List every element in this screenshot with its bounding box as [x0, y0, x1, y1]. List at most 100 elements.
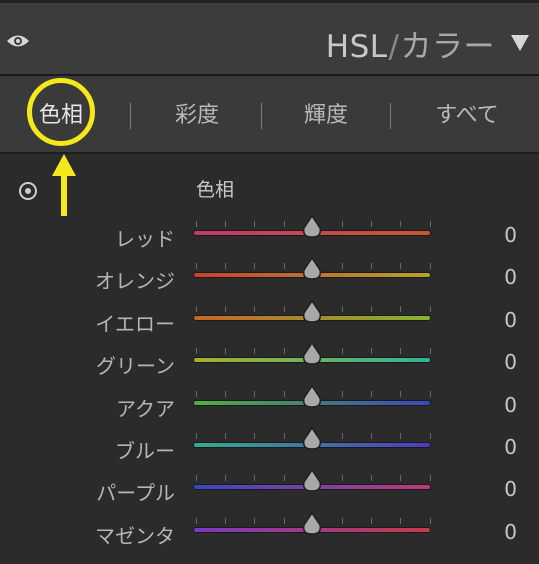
slider-tick — [254, 348, 256, 355]
highlight-circle-annotation — [27, 78, 95, 146]
slider-tick — [429, 221, 431, 227]
slider-control[interactable] — [193, 341, 433, 386]
slider-row: マゼンタ 0 — [0, 511, 539, 558]
tab-all[interactable]: すべて — [425, 76, 509, 152]
slider-value[interactable]: 0 — [497, 520, 517, 544]
slider-value[interactable]: 0 — [497, 435, 517, 459]
slider-value[interactable]: 0 — [497, 477, 517, 501]
slider-tick — [400, 433, 402, 439]
slider-tick — [283, 305, 285, 312]
slider-tick — [196, 475, 197, 482]
slider-tick — [371, 348, 373, 355]
slider-thumb[interactable] — [301, 469, 323, 497]
slider-label: グリーン — [96, 354, 175, 379]
slider-tick — [254, 517, 256, 524]
slider-tick — [429, 433, 431, 439]
slider-tick — [342, 475, 343, 482]
slider-tick — [254, 263, 256, 270]
slider-tick — [196, 433, 197, 439]
panel-title-hsl: HSL — [325, 29, 388, 65]
slider-thumb[interactable] — [301, 341, 323, 370]
slider-thumb[interactable] — [301, 511, 323, 540]
slider-tick — [429, 305, 431, 312]
slider-value[interactable]: 0 — [497, 265, 517, 289]
slider-control[interactable] — [193, 384, 433, 429]
slider-thumb[interactable] — [301, 426, 323, 455]
slider-tick — [254, 475, 256, 482]
slider-value[interactable]: 0 — [497, 393, 517, 417]
slider-tick — [342, 433, 343, 439]
slider-tick — [254, 390, 256, 397]
slider-tick — [400, 390, 402, 397]
slider-control[interactable] — [193, 299, 433, 344]
slider-tick — [429, 348, 431, 355]
slider-tick — [254, 221, 256, 227]
slider-thumb[interactable] — [301, 384, 323, 413]
slider-control[interactable] — [193, 257, 433, 301]
slider-value[interactable]: 0 — [497, 308, 517, 332]
slider-label: ブルー — [115, 439, 175, 463]
slider-tick — [371, 433, 373, 439]
slider-tick — [196, 390, 197, 397]
slider-thumb[interactable] — [301, 257, 323, 285]
targeted-adjustment-icon[interactable] — [17, 180, 39, 206]
panel-title-separator: / — [388, 29, 400, 65]
slider-tick — [371, 390, 373, 397]
up-arrow-annotation-icon — [50, 152, 78, 222]
slider-row: ブルー 0 — [0, 426, 539, 473]
slider-thumb[interactable] — [301, 214, 323, 243]
slider-tick — [342, 517, 343, 524]
slider-row: グリーン 0 — [0, 341, 539, 388]
slider-tick — [196, 305, 197, 312]
slider-tick — [429, 263, 431, 270]
slider-tick — [342, 348, 343, 355]
slider-tick — [254, 433, 256, 439]
slider-tick — [400, 475, 402, 482]
slider-thumb[interactable] — [301, 299, 323, 328]
section-label-hue: 色相 — [196, 179, 235, 201]
slider-tick — [283, 348, 285, 355]
slider-label: イエロー — [95, 311, 175, 336]
slider-tick — [225, 475, 227, 482]
tab-divider — [390, 103, 391, 129]
slider-tick — [225, 221, 227, 227]
eye-icon[interactable] — [6, 33, 30, 53]
slider-tick — [400, 263, 402, 270]
slider-tick — [225, 390, 227, 397]
slider-label: レッド — [115, 227, 175, 251]
slider-tick — [371, 305, 373, 312]
slider-tick — [400, 517, 402, 524]
slider-tick — [371, 221, 373, 227]
slider-control[interactable] — [193, 214, 433, 259]
tab-saturation[interactable]: 彩度 — [164, 76, 230, 152]
slider-value[interactable]: 0 — [497, 350, 517, 374]
panel-header[interactable]: HSL/カラー — [0, 0, 539, 76]
slider-label: アクア — [116, 396, 175, 421]
slider-control[interactable] — [193, 511, 433, 556]
slider-row: アクア 0 — [0, 384, 539, 431]
slider-tick — [283, 263, 285, 270]
slider-row: オレンジ 0 — [0, 257, 539, 303]
collapse-triangle-icon[interactable] — [510, 34, 530, 56]
slider-tick — [371, 263, 373, 270]
slider-tick — [283, 475, 285, 482]
slider-tick — [283, 221, 285, 227]
slider-label: マゼンタ — [95, 523, 175, 548]
slider-control[interactable] — [193, 469, 433, 513]
slider-tick — [429, 475, 431, 482]
slider-tick — [196, 348, 197, 355]
slider-tick — [429, 517, 431, 524]
slider-tick — [429, 390, 431, 397]
slider-row: レッド 0 — [0, 214, 539, 261]
slider-tick — [196, 517, 197, 524]
tab-luminance[interactable]: 輝度 — [293, 76, 359, 152]
slider-tick — [400, 305, 402, 312]
panel-title: HSL/カラー — [326, 21, 495, 66]
slider-tick — [342, 390, 343, 397]
slider-row: イエロー 0 — [0, 299, 539, 346]
slider-tick — [225, 305, 227, 312]
slider-value[interactable]: 0 — [497, 223, 517, 247]
slider-tick — [225, 517, 227, 524]
slider-tick — [283, 433, 285, 439]
slider-control[interactable] — [193, 426, 433, 471]
